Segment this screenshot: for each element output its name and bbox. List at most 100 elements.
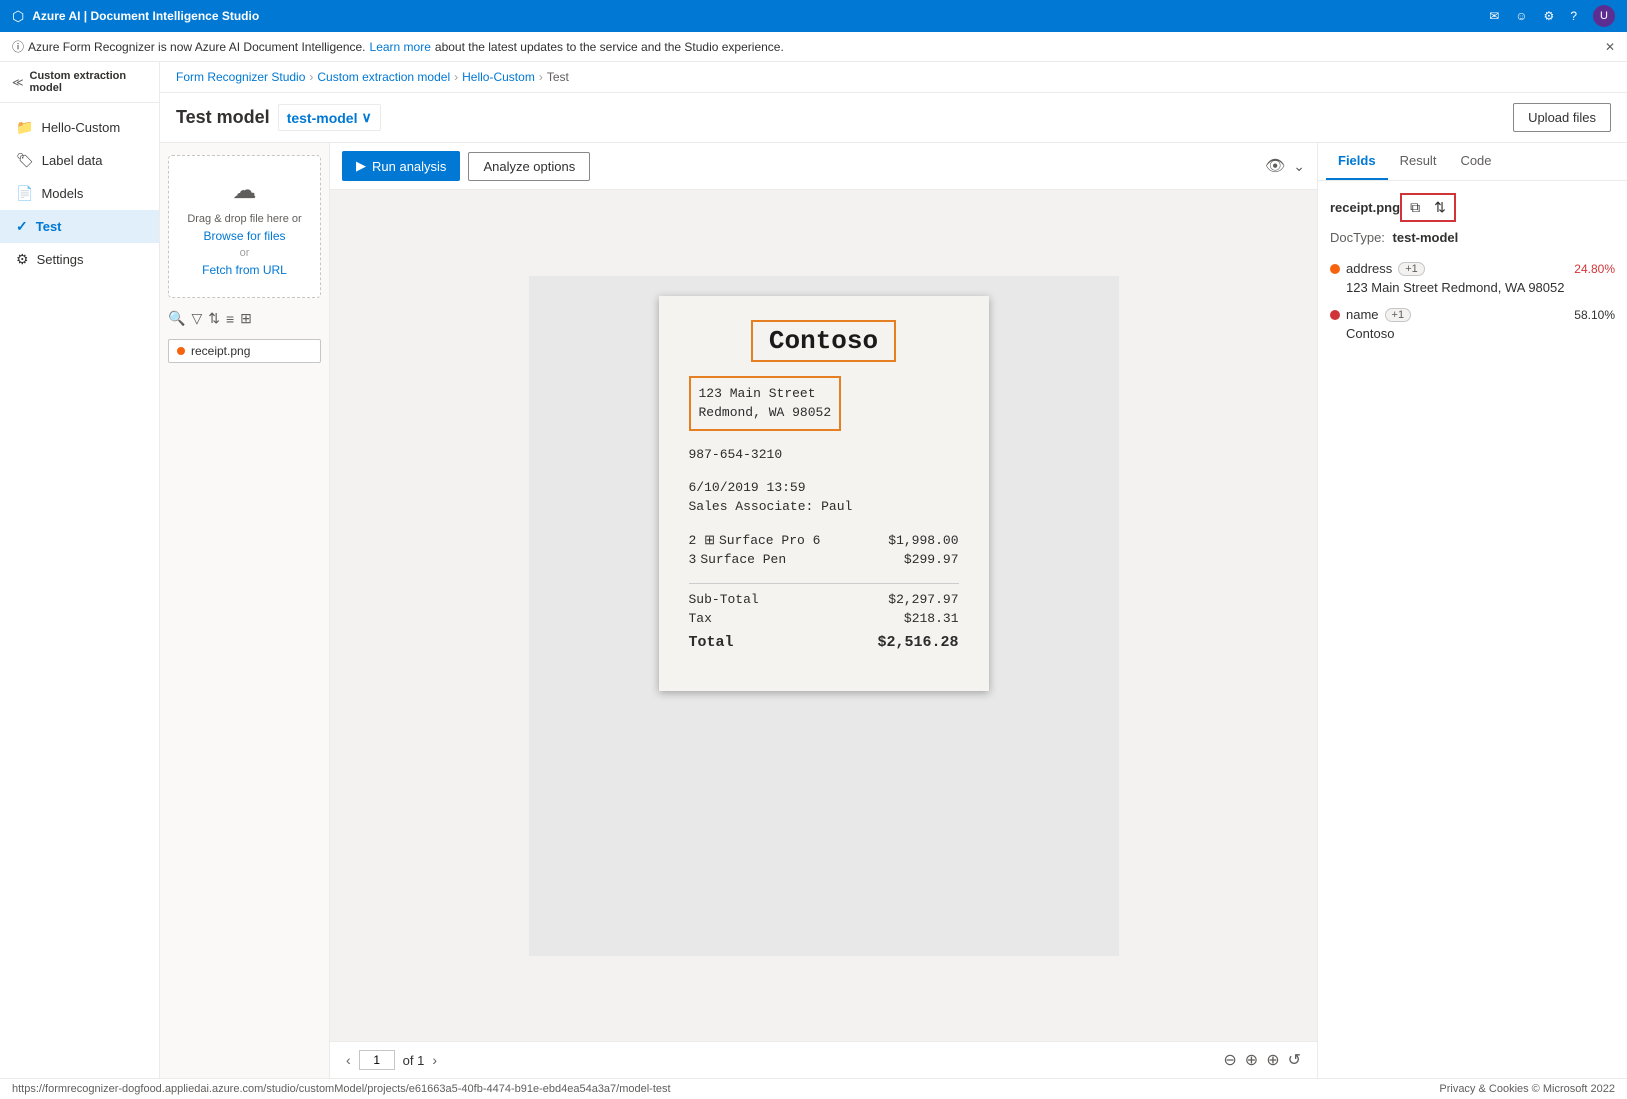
file-info: receipt.png ⧉ ⇅ DocType: test-model [1330,193,1615,245]
upload-cloud-icon: ☁ [181,176,308,205]
filter-icon[interactable]: ▽ [191,310,202,327]
receipt-date: 6/10/2019 13:59 Sales Associate: Paul [689,478,959,517]
notification-rest: about the latest updates to the service … [435,40,784,54]
sidebar-item-label-data[interactable]: 🏷 Label data [0,144,159,177]
profile-avatar[interactable]: U [1593,5,1615,27]
name-field-name: name [1346,307,1379,322]
models-icon: 📄 [16,185,33,202]
right-panel-tabs: Fields Result Code [1318,143,1627,181]
address-line2: Redmond, WA 98052 [699,405,832,420]
breadcrumb-hello-custom[interactable]: Hello-Custom [462,70,535,84]
upload-area: ☁ Drag & drop file here or Browse for fi… [168,155,321,298]
analyze-options-button[interactable]: Analyze options [468,152,590,181]
expand-icon[interactable]: ⌄ [1293,158,1305,175]
copy-button[interactable]: ⧉ [1404,197,1426,218]
item2-price: $299.97 [904,552,959,567]
help-icon[interactable]: ? [1570,9,1577,23]
field-name-header: name +1 58.10% [1330,307,1615,322]
sidebar-item-label: Test [36,219,62,234]
page-number-input[interactable] [359,1050,395,1070]
sidebar-header[interactable]: ≪ Custom extraction model [0,62,159,103]
zoom-in-button[interactable]: ⊕ [1245,1050,1258,1070]
drag-drop-text: Drag & drop file here or [181,213,308,225]
receipt-title: Contoso [689,326,959,356]
sidebar-item-hello-custom[interactable]: 📁 Hello-Custom [0,111,159,144]
fetch-from-url-link[interactable]: Fetch from URL [202,263,287,277]
field-address-header: address +1 24.80% [1330,261,1615,276]
receipt-image-area: Contoso 123 Main Street Redmond, WA 9805… [529,276,1119,711]
breadcrumb: Form Recognizer Studio › Custom extracti… [160,62,1627,93]
item1-qty: 2 ⊞ [689,533,716,548]
tab-result[interactable]: Result [1388,143,1449,180]
doctype-label: DocType: [1330,230,1385,245]
zoom-out-button[interactable]: ⊖ [1223,1050,1236,1070]
doc-viewer: ▶ Run analysis Analyze options 👁 ⌄ [330,143,1317,1078]
address-field-badge: +1 [1398,262,1425,276]
list-view-icon[interactable]: ≡ [226,311,234,327]
mail-icon[interactable]: ✉ [1489,9,1499,23]
field-name: name +1 58.10% Contoso [1330,307,1615,341]
settings-icon[interactable]: ⚙ [1544,9,1555,23]
item2-qty: 3 [689,552,697,567]
page-title: Test model [176,107,270,128]
viewer-content: Contoso 123 Main Street Redmond, WA 9805… [330,190,1317,1041]
receipt-address: 123 Main Street Redmond, WA 98052 [689,376,959,431]
eye-icon[interactable]: 👁 [1265,156,1285,176]
panel-file-name: receipt.png [1330,200,1400,215]
grid-view-icon[interactable]: ⊞ [240,310,252,327]
receipt-paper: Contoso 123 Main Street Redmond, WA 9805… [659,296,989,691]
receipt-phone: 987-654-3210 [689,447,959,462]
breadcrumb-sep-2: › [454,70,458,84]
item1-name: Surface Pro 6 [719,533,888,548]
receipt-associate: Sales Associate: Paul [689,499,853,514]
zoom-controls: ⊖ ⊕ ⊕ ↺ [1223,1050,1301,1070]
browse-files-link[interactable]: Browse for files [203,229,285,243]
address-line1: 123 Main Street [699,386,816,401]
sidebar-item-test[interactable]: ✓ Test [0,210,159,243]
file-item[interactable]: receipt.png [168,339,321,363]
sort-icon[interactable]: ⇅ [208,310,220,327]
receipt-address-box: 123 Main Street Redmond, WA 98052 [689,376,842,431]
tab-code[interactable]: Code [1448,143,1503,180]
page-navigation: ‹ of 1 › [346,1050,437,1070]
subtotal-value: $2,297.97 [888,592,958,607]
test-workspace: ☁ Drag & drop file here or Browse for fi… [160,143,1627,1078]
sidebar-item-settings[interactable]: ⚙ Settings [0,243,159,276]
next-page-button[interactable]: › [432,1052,437,1068]
breadcrumb-sep-1: › [309,70,313,84]
address-field-name: address [1346,261,1392,276]
test-icon: ✓ [16,218,28,235]
run-icon: ▶ [356,158,366,174]
model-selector[interactable]: test-model ∨ [278,104,381,131]
sidebar-item-label: Hello-Custom [41,120,120,135]
content-area: Form Recognizer Studio › Custom extracti… [160,62,1627,1078]
sidebar-item-label: Settings [37,252,84,267]
name-status-dot [1330,310,1340,320]
field-address: address +1 24.80% 123 Main Street Redmon… [1330,261,1615,295]
doctype-row: DocType: test-model [1330,230,1615,245]
breadcrumb-custom-extraction[interactable]: Custom extraction model [317,70,450,84]
breadcrumb-form-recognizer[interactable]: Form Recognizer Studio [176,70,305,84]
viewer-toolbar: ▶ Run analysis Analyze options 👁 ⌄ [330,143,1317,190]
notification-text: Azure Form Recognizer is now Azure AI Do… [28,40,366,54]
emoji-icon[interactable]: ☺ [1515,9,1527,23]
sidebar-item-models[interactable]: 📄 Models [0,177,159,210]
sort-button[interactable]: ⇅ [1428,197,1452,218]
file-panel: ☁ Drag & drop file here or Browse for fi… [160,143,330,1078]
item2-name: Surface Pen [700,552,904,567]
receipt-item-row-1: 2 ⊞ Surface Pro 6 $1,998.00 [689,533,959,548]
prev-page-button[interactable]: ‹ [346,1052,351,1068]
file-name: receipt.png [191,344,250,358]
upload-files-button[interactable]: Upload files [1513,103,1611,132]
upload-or-text: or [181,247,308,259]
collapse-icon: ≪ [12,76,24,89]
fit-page-button[interactable]: ⊕ [1266,1050,1279,1070]
file-toolbar: 🔍 ▽ ⇅ ≡ ⊞ [168,306,321,331]
notification-close[interactable]: ✕ [1605,40,1615,54]
address-field-value: 123 Main Street Redmond, WA 98052 [1330,280,1615,295]
run-analysis-button[interactable]: ▶ Run analysis [342,151,460,181]
notification-link[interactable]: Learn more [370,40,431,54]
search-icon[interactable]: 🔍 [168,310,185,327]
rotate-button[interactable]: ↺ [1288,1050,1301,1070]
tab-fields[interactable]: Fields [1326,143,1388,180]
